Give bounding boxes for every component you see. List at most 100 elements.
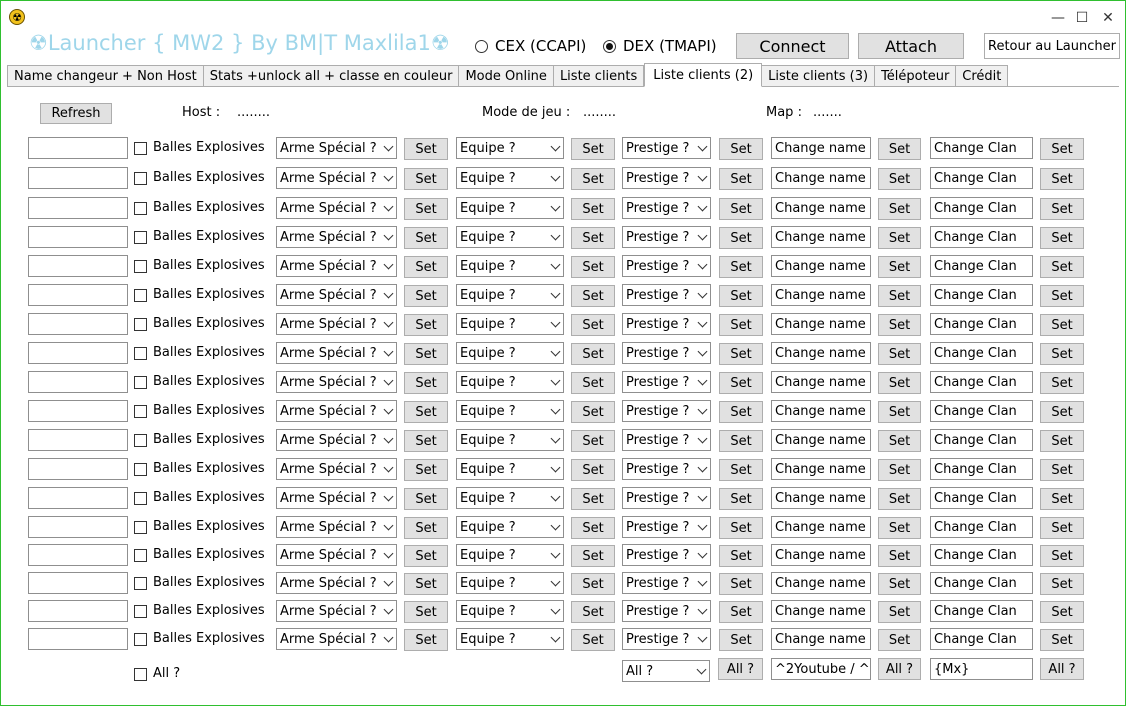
change-clan-input[interactable]: Change Clan bbox=[930, 371, 1033, 393]
change-name-input[interactable]: Change name bbox=[771, 628, 871, 650]
set-team-button[interactable]: Set bbox=[571, 573, 615, 595]
set-weapon-button[interactable]: Set bbox=[404, 430, 448, 452]
set-prestige-button[interactable]: Set bbox=[719, 227, 763, 249]
set-weapon-button[interactable]: Set bbox=[404, 168, 448, 190]
tab-6[interactable]: Télépoteur bbox=[875, 65, 957, 87]
set-weapon-button[interactable]: Set bbox=[404, 629, 448, 651]
set-name-button[interactable]: Set bbox=[878, 629, 921, 651]
set-prestige-button[interactable]: Set bbox=[719, 343, 763, 365]
prestige-select[interactable]: Prestige ? bbox=[622, 544, 711, 566]
set-clan-button[interactable]: Set bbox=[1040, 601, 1084, 623]
change-name-input[interactable]: Change name bbox=[771, 313, 871, 335]
change-name-input[interactable]: Change name bbox=[771, 516, 871, 538]
set-weapon-button[interactable]: Set bbox=[404, 285, 448, 307]
client-name-input[interactable] bbox=[28, 371, 128, 393]
client-name-input[interactable] bbox=[28, 226, 128, 248]
all-checkbox[interactable] bbox=[134, 668, 147, 681]
prestige-select[interactable]: Prestige ? bbox=[622, 255, 711, 277]
set-prestige-button[interactable]: Set bbox=[719, 256, 763, 278]
explosive-bullets-checkbox[interactable] bbox=[134, 434, 147, 447]
change-clan-input[interactable]: Change Clan bbox=[930, 255, 1033, 277]
client-name-input[interactable] bbox=[28, 400, 128, 422]
radio-dex[interactable]: DEX (TMAPI) bbox=[603, 36, 717, 56]
change-clan-input[interactable]: Change Clan bbox=[930, 137, 1033, 159]
tab-1[interactable]: Stats +unlock all + classe en couleur bbox=[203, 65, 460, 87]
set-weapon-button[interactable]: Set bbox=[404, 517, 448, 539]
set-clan-button[interactable]: Set bbox=[1040, 545, 1084, 567]
set-prestige-button[interactable]: Set bbox=[719, 573, 763, 595]
set-name-button[interactable]: Set bbox=[878, 227, 921, 249]
tab-0[interactable]: Name changeur + Non Host bbox=[7, 65, 204, 87]
change-clan-input[interactable]: Change Clan bbox=[930, 197, 1033, 219]
all-clan-button[interactable]: All ? bbox=[1040, 658, 1084, 680]
explosive-bullets-checkbox[interactable] bbox=[134, 492, 147, 505]
set-weapon-button[interactable]: Set bbox=[404, 573, 448, 595]
team-select[interactable]: Equipe ? bbox=[456, 255, 564, 277]
special-weapon-select[interactable]: Arme Spécial ? bbox=[276, 572, 397, 594]
set-name-button[interactable]: Set bbox=[878, 256, 921, 278]
prestige-select[interactable]: Prestige ? bbox=[622, 284, 711, 306]
explosive-bullets-checkbox[interactable] bbox=[134, 142, 147, 155]
explosive-bullets-checkbox[interactable] bbox=[134, 605, 147, 618]
prestige-select[interactable]: Prestige ? bbox=[622, 197, 711, 219]
prestige-select[interactable]: Prestige ? bbox=[622, 458, 711, 480]
explosive-bullets-checkbox[interactable] bbox=[134, 577, 147, 590]
all-prestige-select[interactable]: All ? bbox=[622, 660, 710, 682]
set-weapon-button[interactable]: Set bbox=[404, 138, 448, 160]
tab-4[interactable]: Liste clients (2) bbox=[644, 63, 763, 87]
change-name-input[interactable]: Change name bbox=[771, 487, 871, 509]
all-name-input[interactable]: ^2Youtube / ^ bbox=[771, 658, 871, 680]
explosive-bullets-checkbox[interactable] bbox=[134, 463, 147, 476]
all-prestige-button[interactable]: All ? bbox=[718, 658, 763, 680]
change-clan-input[interactable]: Change Clan bbox=[930, 487, 1033, 509]
set-name-button[interactable]: Set bbox=[878, 343, 921, 365]
special-weapon-select[interactable]: Arme Spécial ? bbox=[276, 284, 397, 306]
special-weapon-select[interactable]: Arme Spécial ? bbox=[276, 429, 397, 451]
set-team-button[interactable]: Set bbox=[571, 285, 615, 307]
special-weapon-select[interactable]: Arme Spécial ? bbox=[276, 600, 397, 622]
set-clan-button[interactable]: Set bbox=[1040, 517, 1084, 539]
explosive-bullets-checkbox[interactable] bbox=[134, 376, 147, 389]
set-weapon-button[interactable]: Set bbox=[404, 343, 448, 365]
set-prestige-button[interactable]: Set bbox=[719, 488, 763, 510]
prestige-select[interactable]: Prestige ? bbox=[622, 429, 711, 451]
client-name-input[interactable] bbox=[28, 572, 128, 594]
all-clan-input[interactable]: {Mx} bbox=[930, 658, 1033, 680]
explosive-bullets-checkbox[interactable] bbox=[134, 202, 147, 215]
set-name-button[interactable]: Set bbox=[878, 372, 921, 394]
set-weapon-button[interactable]: Set bbox=[404, 601, 448, 623]
set-team-button[interactable]: Set bbox=[571, 138, 615, 160]
prestige-select[interactable]: Prestige ? bbox=[622, 167, 711, 189]
change-name-input[interactable]: Change name bbox=[771, 197, 871, 219]
change-clan-input[interactable]: Change Clan bbox=[930, 572, 1033, 594]
client-name-input[interactable] bbox=[28, 429, 128, 451]
change-name-input[interactable]: Change name bbox=[771, 137, 871, 159]
explosive-bullets-checkbox[interactable] bbox=[134, 318, 147, 331]
set-prestige-button[interactable]: Set bbox=[719, 401, 763, 423]
maximize-icon[interactable]: ☐ bbox=[1070, 7, 1094, 29]
special-weapon-select[interactable]: Arme Spécial ? bbox=[276, 544, 397, 566]
set-name-button[interactable]: Set bbox=[878, 285, 921, 307]
set-weapon-button[interactable]: Set bbox=[404, 459, 448, 481]
set-prestige-button[interactable]: Set bbox=[719, 285, 763, 307]
set-team-button[interactable]: Set bbox=[571, 430, 615, 452]
change-clan-input[interactable]: Change Clan bbox=[930, 167, 1033, 189]
set-weapon-button[interactable]: Set bbox=[404, 314, 448, 336]
prestige-select[interactable]: Prestige ? bbox=[622, 516, 711, 538]
set-team-button[interactable]: Set bbox=[571, 168, 615, 190]
set-clan-button[interactable]: Set bbox=[1040, 401, 1084, 423]
team-select[interactable]: Equipe ? bbox=[456, 371, 564, 393]
client-name-input[interactable] bbox=[28, 284, 128, 306]
set-name-button[interactable]: Set bbox=[878, 459, 921, 481]
special-weapon-select[interactable]: Arme Spécial ? bbox=[276, 137, 397, 159]
set-clan-button[interactable]: Set bbox=[1040, 343, 1084, 365]
explosive-bullets-checkbox[interactable] bbox=[134, 347, 147, 360]
tab-3[interactable]: Liste clients bbox=[553, 65, 645, 87]
client-name-input[interactable] bbox=[28, 600, 128, 622]
prestige-select[interactable]: Prestige ? bbox=[622, 226, 711, 248]
explosive-bullets-checkbox[interactable] bbox=[134, 633, 147, 646]
prestige-select[interactable]: Prestige ? bbox=[622, 313, 711, 335]
set-team-button[interactable]: Set bbox=[571, 601, 615, 623]
explosive-bullets-checkbox[interactable] bbox=[134, 289, 147, 302]
change-clan-input[interactable]: Change Clan bbox=[930, 313, 1033, 335]
